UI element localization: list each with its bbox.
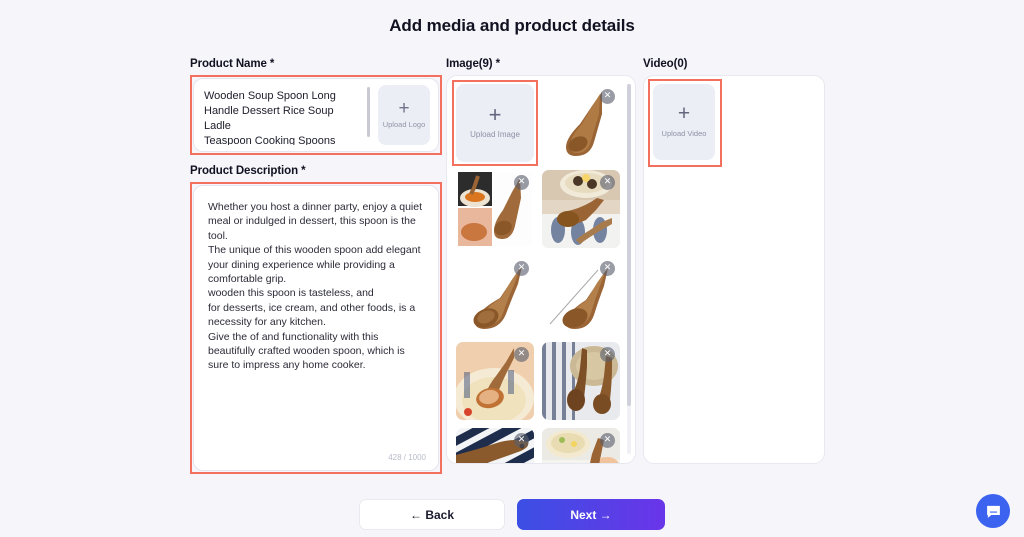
image-thumbnail-cell[interactable]: ✕	[542, 342, 620, 420]
product-name-input[interactable]: Wooden Soup Spoon Long Handle Dessert Ri…	[204, 85, 363, 145]
upload-image-label: Upload Image	[470, 130, 520, 139]
product-name-field[interactable]: Wooden Soup Spoon Long Handle Dessert Ri…	[193, 78, 439, 152]
upload-video-cell: + Upload Video	[648, 79, 722, 167]
image-column: Image(9) * + Upload Image ✕ ✕ ✕ ✕ ✕ ✕ ✕ …	[446, 58, 636, 464]
product-name-scrollbar[interactable]	[367, 87, 370, 137]
upload-video-label: Upload Video	[661, 129, 707, 138]
plus-icon: +	[398, 97, 410, 119]
back-button[interactable]: ← Back	[359, 499, 505, 530]
product-description-field[interactable]: Whether you host a dinner party, enjoy a…	[193, 185, 439, 471]
product-description-annotation: Whether you host a dinner party, enjoy a…	[190, 182, 442, 474]
upload-logo-label: Upload Logo	[382, 119, 426, 129]
delete-image-button[interactable]: ✕	[600, 175, 615, 190]
image-thumbnail-cell[interactable]: ✕	[542, 84, 620, 162]
character-counter: 428 / 1000	[388, 453, 426, 462]
left-column: Product Name * Wooden Soup Spoon Long Ha…	[190, 58, 442, 474]
upload-logo-button[interactable]: + Upload Logo	[378, 85, 430, 145]
delete-image-button[interactable]: ✕	[514, 347, 529, 362]
plus-icon: +	[488, 102, 502, 127]
image-thumbnail-cell[interactable]: ✕	[542, 256, 620, 334]
chat-bubble-icon	[986, 505, 1000, 518]
image-thumbnail-cell[interactable]: ✕	[542, 170, 620, 248]
delete-image-button[interactable]: ✕	[600, 433, 615, 448]
upload-image-cell: + Upload Image	[452, 80, 538, 166]
delete-image-button[interactable]: ✕	[600, 261, 615, 276]
video-panel: + Upload Video	[643, 75, 825, 464]
page-title: Add media and product details	[389, 16, 635, 35]
image-thumbnail-cell[interactable]: ✕	[456, 170, 534, 248]
upload-image-button[interactable]: + Upload Image	[456, 84, 534, 162]
next-button[interactable]: Next →	[517, 499, 665, 530]
image-thumbnail-cell[interactable]: ✕	[542, 428, 620, 463]
image-thumbnail-cell[interactable]: ✕	[456, 428, 534, 463]
product-name-annotation: Wooden Soup Spoon Long Handle Dessert Ri…	[190, 75, 442, 155]
footer-actions: ← Back Next →	[0, 499, 1024, 530]
image-panel-scrollbar[interactable]	[627, 84, 631, 454]
product-description-input[interactable]: Whether you host a dinner party, enjoy a…	[208, 200, 424, 373]
form-columns: Product Name * Wooden Soup Spoon Long Ha…	[0, 58, 1024, 474]
product-description-label: Product Description *	[190, 165, 306, 177]
delete-image-button[interactable]: ✕	[514, 433, 529, 448]
product-name-label: Product Name *	[190, 58, 275, 70]
scrollbar-thumb[interactable]	[627, 84, 631, 406]
image-thumbnail-cell[interactable]: ✕	[456, 342, 534, 420]
video-section-label: Video(0)	[643, 58, 688, 70]
image-panel: + Upload Image ✕ ✕ ✕ ✕ ✕ ✕ ✕ ✕ ✕	[446, 75, 636, 464]
delete-image-button[interactable]: ✕	[514, 175, 529, 190]
delete-image-button[interactable]: ✕	[600, 89, 615, 104]
product-description-section: Product Description * Whether you host a…	[190, 165, 442, 474]
chat-launcher-button[interactable]	[976, 494, 1010, 528]
video-column: Video(0) + Upload Video	[643, 58, 825, 464]
image-grid: + Upload Image ✕ ✕ ✕ ✕ ✕ ✕ ✕ ✕ ✕	[452, 80, 620, 463]
upload-video-button[interactable]: + Upload Video	[653, 84, 715, 160]
delete-image-button[interactable]: ✕	[514, 261, 529, 276]
image-section-label: Image(9) *	[446, 58, 500, 70]
delete-image-button[interactable]: ✕	[600, 347, 615, 362]
plus-icon: +	[677, 102, 691, 125]
image-thumbnail-cell[interactable]: ✕	[456, 256, 534, 334]
